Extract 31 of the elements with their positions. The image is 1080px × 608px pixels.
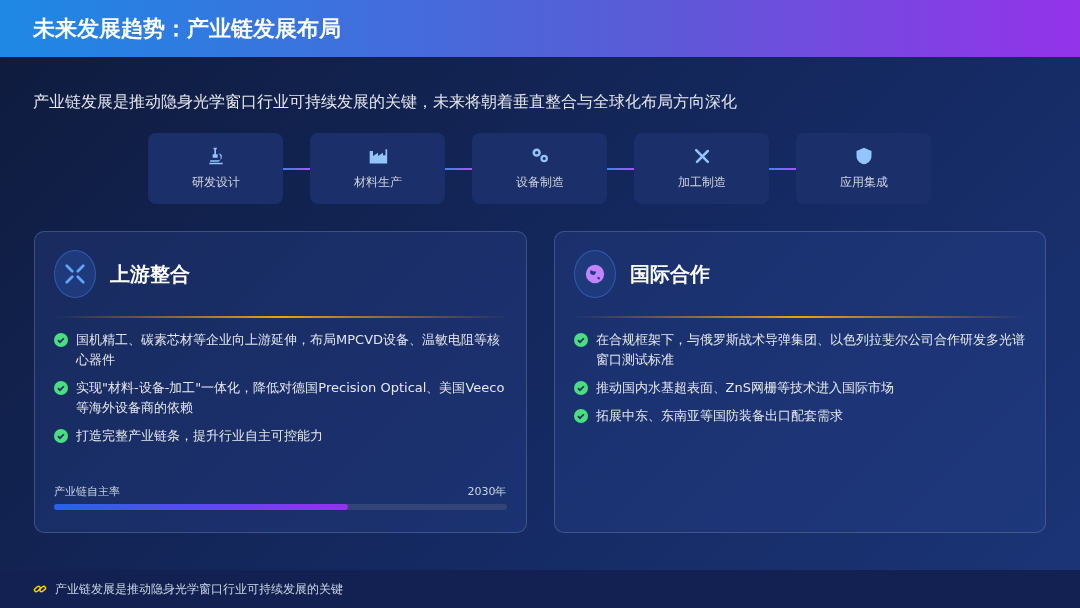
intro-text: 产业链发展是推动隐身光学窗口行业可持续发展的关键，未来将朝着垂直整合与全球化布局方向深化 (33, 92, 738, 113)
chain-step-label: 研发设计 (191, 174, 240, 191)
bullet-text: 实现"材料-设备-加工"一体化，降低对德国Precision Optical、美国Veeco等海外设备商的依赖 (76, 379, 506, 417)
progress-label: 产业链自主率 (54, 484, 120, 499)
card-title: 国际合作 (629, 260, 710, 288)
globe-icon (583, 263, 606, 285)
factory-icon (367, 146, 388, 166)
card-title: 上游整合 (110, 260, 190, 288)
check-icon (573, 381, 588, 395)
connector-line (445, 167, 472, 170)
check-icon (54, 429, 68, 443)
page-title: 未来发展趋势：产业链发展布局 (33, 14, 341, 43)
bullet-text: 推动国内水基超表面、ZnS网栅等技术进入国际市场 (595, 379, 894, 397)
link-icon (33, 582, 47, 596)
check-icon (573, 333, 588, 347)
connector-line (769, 167, 796, 170)
bullet-text: 打造完整产业链条，提升行业自主可控能力 (76, 427, 323, 445)
bullet-text: 国机精工、碳素芯材等企业向上游延伸，布局MPCVD设备、温敏电阻等核心器件 (76, 331, 502, 369)
check-icon (573, 409, 588, 423)
chain-step-label: 材料生产 (353, 174, 402, 191)
chain-step-label: 加工制造 (677, 174, 726, 191)
connector-line (607, 167, 634, 170)
connector-line (283, 167, 310, 170)
progress-target: 2030年 (467, 484, 507, 499)
check-icon (54, 333, 68, 347)
bullet-text: 拓展中东、东南亚等国防装备出口配套需求 (595, 407, 843, 425)
bullet-text: 在合规框架下，与俄罗斯战术导弹集团、以色列拉斐尔公司合作研发多光谱窗口测试标准 (595, 331, 1026, 369)
check-icon (54, 381, 68, 395)
footer-text: 产业链发展是推动隐身光学窗口行业可持续发展的关键 (55, 580, 343, 598)
chain-step-label: 设备制造 (515, 174, 564, 191)
chain-step-label: 应用集成 (839, 174, 888, 191)
